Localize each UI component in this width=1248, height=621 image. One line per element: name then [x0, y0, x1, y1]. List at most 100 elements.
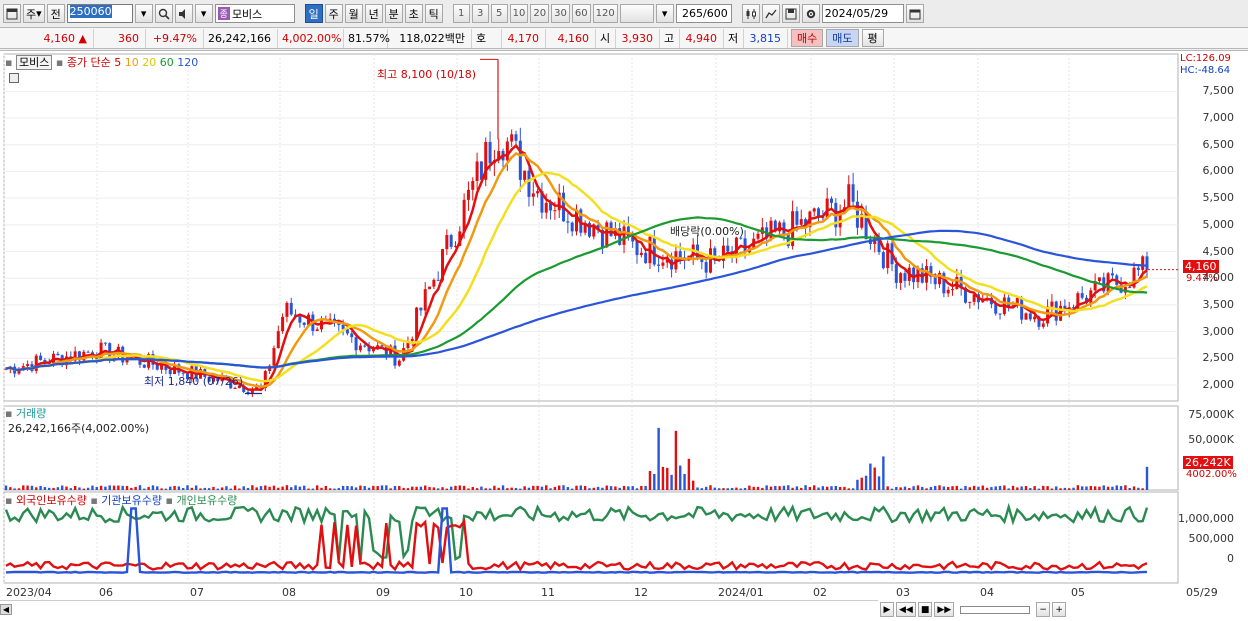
interval-button-10[interactable]: 10 [509, 4, 529, 23]
candle-body [142, 364, 146, 368]
period-button-week[interactable]: 주 [324, 4, 343, 23]
interval-button-60[interactable]: 60 [571, 4, 591, 23]
period-button-minute[interactable]: 분 [384, 4, 403, 23]
quote-bar: 4,160 ▲ 360 +9.47% 26,242,166 4,002.00% … [0, 28, 1248, 64]
interval-dropdown-button[interactable]: ▾ [655, 4, 674, 23]
interval-button-3[interactable]: 3 [471, 4, 489, 23]
sell-button[interactable]: 매도 [826, 29, 859, 47]
stock-name-field[interactable]: 종 모비스 [214, 4, 295, 23]
volume-bar [164, 488, 168, 490]
candle-body [281, 316, 285, 332]
candle-body [39, 355, 43, 360]
legend-stock-box[interactable]: 모비스 [15, 55, 53, 70]
interval-button-30[interactable]: 30 [551, 4, 570, 23]
volume-bar [480, 486, 483, 490]
candle-body [1128, 287, 1132, 289]
volume-bar [238, 488, 241, 490]
scroll-left-icon[interactable]: ◀ [0, 604, 12, 615]
horizontal-scrollbar[interactable]: ◀ [0, 600, 878, 617]
grid-toggle-icon[interactable] [9, 73, 19, 83]
candle-body [363, 345, 367, 347]
x-tick: 04 [980, 586, 994, 599]
candle-body [903, 273, 907, 281]
rewind-icon[interactable]: ◀◀ [896, 602, 916, 617]
volume-bar [398, 486, 401, 490]
zoom-slider[interactable] [960, 605, 1031, 614]
interval-input[interactable] [619, 4, 654, 23]
volume-bar [60, 485, 64, 490]
chart-canvas[interactable] [0, 51, 1248, 621]
prev-button[interactable]: 전 [46, 4, 65, 23]
period-button-year[interactable]: 년 [364, 4, 383, 23]
period-button-second[interactable]: 초 [404, 4, 423, 23]
volume-bar [69, 488, 73, 490]
candle-body [345, 329, 349, 334]
candle-body [704, 262, 708, 273]
price-tick: 6,500 [1202, 137, 1235, 151]
chart-area[interactable]: ▪ 모비스 ▪ 종가 단순 5 10 20 60 120 LC:126.09 H… [0, 50, 1248, 621]
buy-button[interactable]: 매수 [791, 29, 824, 47]
candle-body [933, 276, 937, 285]
volume-bar [1115, 485, 1118, 490]
volume-bar [1029, 488, 1032, 490]
volume-bar [147, 487, 150, 490]
speaker-icon[interactable] [174, 4, 193, 23]
candle-body [968, 301, 972, 303]
scroll-right-icon[interactable]: ▶ [880, 602, 894, 617]
zoom-out-icon[interactable]: − [1036, 602, 1051, 617]
candle-body [635, 241, 639, 256]
interval-button-120[interactable]: 120 [592, 4, 618, 23]
volume-bar [220, 487, 224, 490]
interval-button-5[interactable]: 5 [490, 4, 508, 23]
settings-gear-icon[interactable] [801, 4, 820, 23]
volume-bar [1059, 488, 1062, 490]
legend-marker-icon: ▪ [5, 494, 13, 507]
chart-tools-icon[interactable] [761, 4, 780, 23]
candle-body [1050, 301, 1054, 307]
volume-bar [328, 488, 332, 490]
interval-button-1[interactable]: 1 [452, 4, 470, 23]
volume-bar [648, 470, 652, 490]
period-button-tick[interactable]: 틱 [424, 4, 443, 23]
candle-body [1041, 323, 1045, 327]
volume-current-tag: 26,242K [1183, 456, 1233, 469]
save-icon[interactable] [781, 4, 800, 23]
volume-bar [942, 486, 946, 490]
period-type-select[interactable]: 주 ▾ [23, 4, 45, 23]
sound-dropdown-button[interactable]: ▾ [194, 4, 213, 23]
candle-body [652, 236, 656, 265]
interval-button-20[interactable]: 20 [530, 4, 550, 23]
volume-bar [1111, 486, 1114, 490]
volume-bar [670, 474, 673, 490]
volume-bar [143, 488, 146, 490]
stop-icon[interactable]: ■ [917, 602, 933, 617]
date-field[interactable]: 2024/05/29 [821, 4, 904, 23]
candle-body [847, 184, 851, 208]
candle-body [410, 338, 414, 341]
period-button-month[interactable]: 월 [344, 4, 363, 23]
candle-body [285, 302, 289, 317]
fast-forward-icon[interactable]: ▶▶ [934, 602, 955, 617]
eval-button[interactable]: 평 [861, 29, 884, 47]
period-button-day[interactable]: 일 [304, 4, 323, 23]
volume-bar [929, 487, 933, 490]
volume-panel-frame [3, 405, 1179, 491]
window-icon[interactable] [3, 4, 21, 23]
volume-bar [428, 487, 431, 490]
zoom-in-icon[interactable]: + [1052, 602, 1067, 617]
candle-body [851, 184, 855, 202]
search-icon[interactable] [154, 4, 173, 23]
volume-bar [419, 486, 423, 490]
stock-code-input[interactable]: 250060 [66, 4, 133, 23]
candle-type-icon[interactable] [741, 4, 760, 23]
volume-bar [795, 486, 799, 490]
count-field[interactable]: 265/600 [675, 4, 732, 23]
code-dropdown-button[interactable]: ▾ [134, 4, 153, 23]
calendar-icon[interactable] [905, 4, 924, 23]
candle-body [894, 264, 898, 283]
volume-bar [851, 488, 855, 490]
volume-bar [631, 486, 634, 490]
volume-bar [82, 488, 85, 490]
volume-bar [856, 479, 859, 490]
volume-bar [290, 487, 293, 490]
